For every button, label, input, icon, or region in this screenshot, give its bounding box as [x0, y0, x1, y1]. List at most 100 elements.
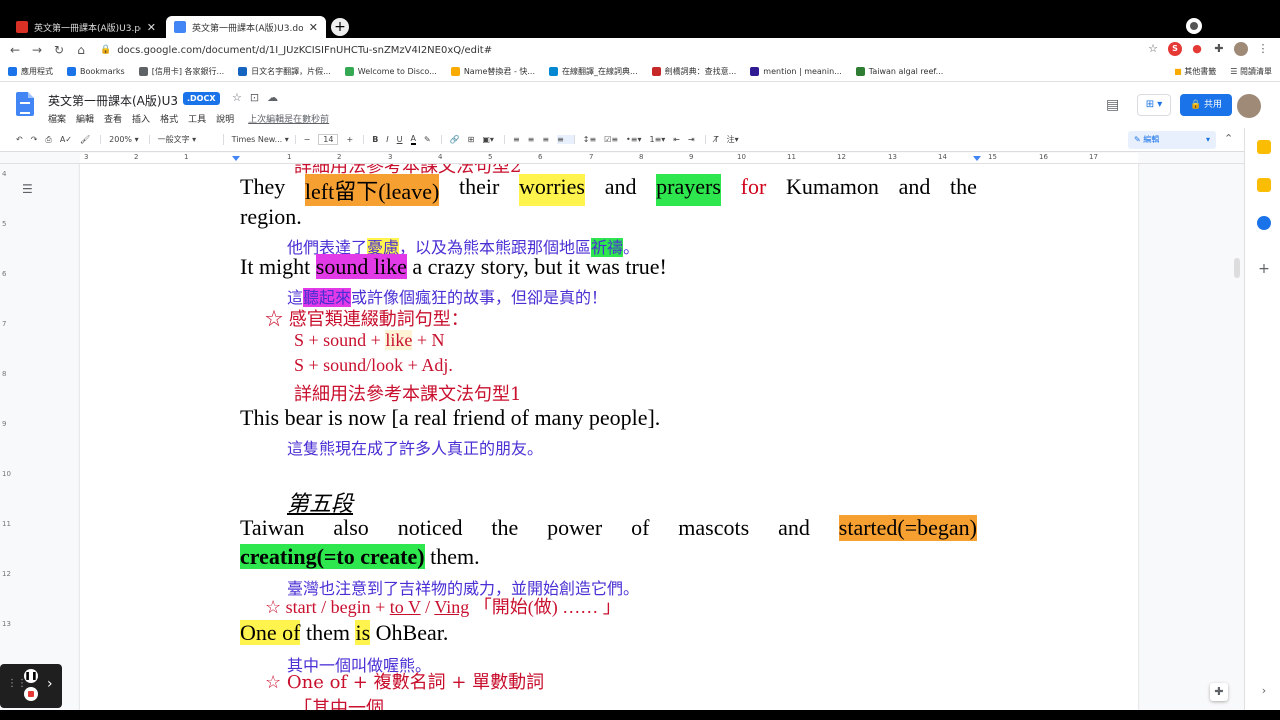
- underline-button[interactable]: U: [397, 135, 403, 144]
- extension-icon[interactable]: ●: [1190, 42, 1204, 56]
- add-comment-icon[interactable]: ⊞: [468, 135, 475, 144]
- style-select[interactable]: 一般文字 ▾: [158, 134, 224, 145]
- horizontal-ruler[interactable]: 3 2 1 1 2 3 4 5 6 7 8 9 10 11 12 13 14 1…: [0, 152, 1244, 164]
- reading-list[interactable]: ☰ 閱讀清單: [1230, 66, 1272, 77]
- menu-edit[interactable]: 編輯: [76, 112, 94, 125]
- close-icon[interactable]: ✕: [147, 21, 156, 34]
- address-bar-row: ← → ↻ ⌂ 🔒 docs.google.com/document/d/1I_…: [0, 38, 1280, 62]
- menu-view[interactable]: 查看: [104, 112, 122, 125]
- tab-docx[interactable]: 英文第一冊課本(A版)U3.docx - ( ✕: [166, 16, 326, 38]
- decrease-indent-icon[interactable]: ⇤: [673, 135, 680, 144]
- url-input[interactable]: 🔒 docs.google.com/document/d/1I_JUzKCISI…: [100, 41, 1140, 59]
- bookmark-item[interactable]: Taiwan algal reef...: [855, 67, 943, 76]
- zoom-select[interactable]: 200% ▾: [109, 135, 150, 144]
- editing-mode-select[interactable]: ✎ 編輯 ▾: [1128, 131, 1216, 149]
- left-indent-marker[interactable]: [232, 156, 240, 161]
- spellcheck-icon[interactable]: A✓: [60, 135, 72, 144]
- bookmark-item[interactable]: Name替換君 - 快...: [450, 66, 535, 77]
- pause-icon[interactable]: ❚❚: [24, 669, 38, 683]
- paragraph-line: This bear is now [a real friend of many …: [240, 405, 661, 430]
- insert-image-icon[interactable]: ▣▾: [482, 135, 505, 144]
- side-panel: + ›: [1244, 128, 1280, 710]
- explore-icon[interactable]: ✚: [1210, 683, 1228, 701]
- reload-icon[interactable]: ↻: [48, 43, 70, 57]
- menu-tools[interactable]: 工具: [188, 112, 206, 125]
- text-color-icon[interactable]: A: [410, 134, 416, 145]
- link-icon[interactable]: 🔗: [450, 135, 460, 144]
- chevron-right-icon[interactable]: ›: [1257, 684, 1271, 698]
- align-left-icon[interactable]: ≡: [513, 135, 520, 144]
- document-page[interactable]: 詳細用法參考本課文法句型2 They left留下(leave) their w…: [80, 164, 1138, 710]
- add-addon-icon[interactable]: +: [1257, 262, 1271, 276]
- line-spacing-icon[interactable]: ↕≡: [583, 135, 596, 144]
- redo-icon[interactable]: ↷: [31, 135, 38, 144]
- right-indent-marker[interactable]: [973, 156, 981, 161]
- font-size-input[interactable]: 14: [318, 134, 339, 145]
- share-button[interactable]: 🔒 共用: [1180, 94, 1232, 116]
- last-edit-link[interactable]: 上次編輯是在數秒前: [248, 112, 329, 125]
- paint-format-icon[interactable]: 🖌: [80, 135, 102, 144]
- menu-insert[interactable]: 插入: [132, 112, 150, 125]
- comment-history-icon[interactable]: ▤: [1106, 97, 1119, 113]
- bookmark-item[interactable]: Welcome to Disco...: [344, 67, 437, 76]
- star-icon: [67, 67, 76, 76]
- font-size-decrease-button[interactable]: −: [304, 135, 311, 144]
- other-bookmarks[interactable]: ■ 其他書籤: [1174, 66, 1216, 77]
- bookmark-item[interactable]: mention | meanin...: [750, 67, 842, 76]
- extension-s-icon[interactable]: S: [1168, 42, 1182, 56]
- chevron-right-icon[interactable]: ›: [47, 676, 53, 692]
- calendar-icon[interactable]: [1257, 140, 1271, 154]
- bookmark-item[interactable]: 在線翻譯_在線詞典...: [549, 66, 638, 77]
- font-size-increase-button[interactable]: +: [346, 135, 365, 144]
- profile-icon[interactable]: [1234, 42, 1248, 56]
- numbered-list-icon[interactable]: 1≡▾: [649, 135, 665, 144]
- shield-icon: [651, 67, 661, 76]
- document-title[interactable]: 英文第一冊課本(A版)U3: [48, 92, 178, 109]
- menu-help[interactable]: 說明: [216, 112, 234, 125]
- bookmark-item[interactable]: 劍橋詞典：查找意...: [651, 66, 736, 77]
- bookmark-item[interactable]: 日文名字翻譯，片假...: [238, 66, 331, 77]
- bold-button[interactable]: B: [372, 135, 378, 144]
- document-outline-icon[interactable]: ☰: [22, 182, 33, 196]
- record-indicator-icon[interactable]: [1186, 18, 1202, 34]
- more-icon[interactable]: ⋮: [1256, 42, 1270, 56]
- bookmark-item[interactable]: Bookmarks: [67, 67, 125, 76]
- apps-icon: [8, 67, 17, 76]
- tab-pdf[interactable]: 英文第一冊課本(A版)U3.pdf - L ✕: [8, 16, 164, 38]
- bookmark-item[interactable]: 應用程式: [8, 66, 53, 77]
- tasks-icon[interactable]: [1257, 216, 1271, 230]
- home-icon[interactable]: ⌂: [70, 43, 92, 57]
- back-icon[interactable]: ←: [4, 43, 26, 57]
- clear-formatting-icon[interactable]: T̸: [714, 135, 719, 144]
- star-icon[interactable]: ☆: [232, 91, 242, 104]
- increase-indent-icon[interactable]: ⇥: [688, 135, 706, 144]
- highlight-icon[interactable]: ✎: [424, 135, 442, 144]
- document-canvas[interactable]: 456 789 10 11 12 13 ☰ 詳細用法參考本課文法句型2 They le…: [0, 164, 1244, 710]
- bookmark-item[interactable]: [信用卡] 各家銀行...: [138, 66, 224, 77]
- align-right-icon[interactable]: ≡: [542, 135, 549, 144]
- input-tools-icon[interactable]: 注▾: [727, 134, 739, 145]
- close-icon[interactable]: ✕: [309, 21, 318, 34]
- present-button[interactable]: ⊞ ▾: [1137, 94, 1171, 116]
- docs-logo-icon[interactable]: [16, 92, 34, 116]
- forward-icon[interactable]: →: [26, 43, 48, 57]
- star-icon[interactable]: ☆: [1146, 42, 1160, 56]
- font-select[interactable]: Times New... ▾: [232, 135, 296, 144]
- bulleted-list-icon[interactable]: •≡▾: [626, 135, 641, 144]
- stop-record-icon[interactable]: [24, 687, 38, 701]
- chevron-up-icon[interactable]: ⌃: [1224, 132, 1233, 145]
- menu-format[interactable]: 格式: [160, 112, 178, 125]
- menu-file[interactable]: 檔案: [48, 112, 66, 125]
- checklist-icon[interactable]: ☑≡: [604, 135, 618, 144]
- scrollbar[interactable]: [1234, 258, 1240, 278]
- move-folder-icon[interactable]: ⊡: [250, 91, 259, 104]
- undo-icon[interactable]: ↶: [16, 135, 23, 144]
- new-tab-button[interactable]: +: [331, 18, 349, 36]
- puzzle-icon[interactable]: ✚: [1212, 42, 1226, 56]
- print-icon[interactable]: ⎙: [45, 135, 51, 145]
- keep-icon[interactable]: [1257, 178, 1271, 192]
- align-center-icon[interactable]: ≡: [528, 135, 535, 144]
- avatar[interactable]: [1237, 94, 1261, 118]
- italic-button[interactable]: I: [386, 135, 388, 144]
- align-justify-icon[interactable]: ≡: [557, 135, 575, 144]
